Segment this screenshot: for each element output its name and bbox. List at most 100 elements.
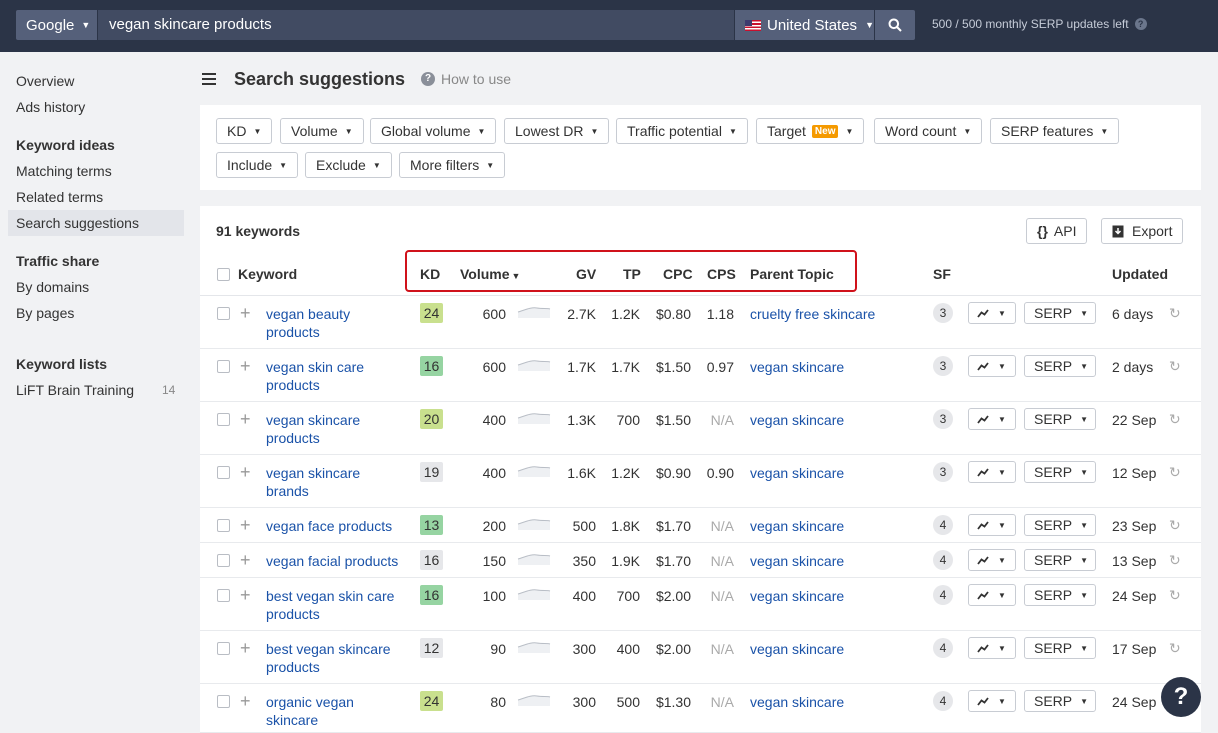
parent-topic-link[interactable]: vegan skincare: [750, 465, 844, 481]
row-checkbox[interactable]: [217, 554, 230, 567]
trend-chart-button[interactable]: ▼: [968, 408, 1016, 430]
filter-traffic-potential[interactable]: Traffic potential ▼: [616, 118, 748, 144]
add-to-list-icon[interactable]: +: [240, 692, 251, 710]
serp-button[interactable]: SERP ▼: [1024, 549, 1096, 571]
filter-more-filters[interactable]: More filters ▼: [399, 152, 506, 178]
refresh-icon[interactable]: ↻: [1169, 552, 1181, 569]
api-button[interactable]: {} API: [1026, 218, 1088, 244]
add-to-list-icon[interactable]: +: [240, 516, 251, 534]
sidebar-item-by-domains[interactable]: By domains: [16, 279, 89, 295]
trend-chart-button[interactable]: ▼: [968, 637, 1016, 659]
serp-button[interactable]: SERP ▼: [1024, 690, 1096, 712]
menu-icon[interactable]: [202, 73, 216, 85]
keyword-link[interactable]: vegan beauty products: [266, 305, 406, 341]
refresh-icon[interactable]: ↻: [1169, 411, 1181, 428]
column-header-updated[interactable]: Updated: [1112, 266, 1168, 282]
refresh-icon[interactable]: ↻: [1169, 305, 1181, 322]
help-icon[interactable]: ?: [1134, 18, 1147, 30]
add-to-list-icon[interactable]: +: [240, 463, 251, 481]
row-checkbox[interactable]: [217, 589, 230, 602]
sidebar-item-ads-history[interactable]: Ads history: [16, 99, 85, 115]
trend-chart-button[interactable]: ▼: [968, 355, 1016, 377]
trend-chart-button[interactable]: ▼: [968, 549, 1016, 571]
add-to-list-icon[interactable]: +: [240, 639, 251, 657]
volume-trend-sparkline[interactable]: [517, 690, 551, 706]
trend-chart-button[interactable]: ▼: [968, 690, 1016, 712]
row-checkbox[interactable]: [217, 519, 230, 532]
keyword-link[interactable]: vegan facial products: [266, 552, 406, 570]
serp-features-count[interactable]: 4: [933, 550, 953, 570]
serp-features-count[interactable]: 4: [933, 691, 953, 711]
serp-features-count[interactable]: 3: [933, 356, 953, 376]
add-to-list-icon[interactable]: +: [240, 410, 251, 428]
filter-exclude[interactable]: Exclude ▼: [305, 152, 392, 178]
parent-topic-link[interactable]: cruelty free skincare: [750, 306, 875, 322]
serp-button[interactable]: SERP ▼: [1024, 514, 1096, 536]
add-to-list-icon[interactable]: +: [240, 586, 251, 604]
keyword-link[interactable]: vegan skincare brands: [266, 464, 406, 500]
parent-topic-link[interactable]: vegan skincare: [750, 553, 844, 569]
column-header-keyword[interactable]: Keyword: [238, 266, 297, 282]
serp-button[interactable]: SERP ▼: [1024, 637, 1096, 659]
serp-button[interactable]: SERP ▼: [1024, 355, 1096, 377]
parent-topic-link[interactable]: vegan skincare: [750, 359, 844, 375]
sidebar-item-matching-terms[interactable]: Matching terms: [16, 163, 112, 179]
filter-lowest-dr[interactable]: Lowest DR ▼: [504, 118, 610, 144]
trend-chart-button[interactable]: ▼: [968, 584, 1016, 606]
search-button[interactable]: [875, 10, 915, 40]
refresh-icon[interactable]: ↻: [1169, 517, 1181, 534]
serp-features-count[interactable]: 3: [933, 462, 953, 482]
serp-button[interactable]: SERP ▼: [1024, 584, 1096, 606]
trend-chart-button[interactable]: ▼: [968, 302, 1016, 324]
trend-chart-button[interactable]: ▼: [968, 461, 1016, 483]
keyword-link[interactable]: best vegan skin care products: [266, 587, 406, 623]
refresh-icon[interactable]: ↻: [1169, 464, 1181, 481]
serp-features-count[interactable]: 3: [933, 409, 953, 429]
parent-topic-link[interactable]: vegan skincare: [750, 412, 844, 428]
volume-trend-sparkline[interactable]: [517, 408, 551, 424]
row-checkbox[interactable]: [217, 695, 230, 708]
filter-target[interactable]: Target New ▼: [756, 118, 865, 144]
how-to-use-link[interactable]: ? How to use: [421, 71, 511, 87]
filter-global-volume[interactable]: Global volume ▼: [370, 118, 497, 144]
volume-trend-sparkline[interactable]: [517, 461, 551, 477]
row-checkbox[interactable]: [217, 360, 230, 373]
refresh-icon[interactable]: ↻: [1169, 640, 1181, 657]
filter-kd[interactable]: KD ▼: [216, 118, 273, 144]
keyword-link[interactable]: vegan face products: [266, 517, 406, 535]
sidebar-item-by-pages[interactable]: By pages: [16, 305, 74, 321]
row-checkbox[interactable]: [217, 466, 230, 479]
serp-features-count[interactable]: 4: [933, 585, 953, 605]
row-checkbox[interactable]: [217, 413, 230, 426]
add-to-list-icon[interactable]: +: [240, 304, 251, 322]
sidebar-item-keyword-list[interactable]: LiFT Brain Training: [16, 382, 134, 398]
filter-include[interactable]: Include ▼: [216, 152, 299, 178]
filter-serp-features[interactable]: SERP features ▼: [990, 118, 1120, 144]
row-checkbox[interactable]: [217, 307, 230, 320]
parent-topic-link[interactable]: vegan skincare: [750, 588, 844, 604]
volume-trend-sparkline[interactable]: [517, 637, 551, 653]
volume-trend-sparkline[interactable]: [517, 302, 551, 318]
serp-button[interactable]: SERP ▼: [1024, 302, 1096, 324]
select-all-checkbox[interactable]: [217, 268, 230, 281]
help-chat-button[interactable]: ?: [1161, 677, 1201, 717]
filter-word-count[interactable]: Word count ▼: [874, 118, 983, 144]
keyword-search-input[interactable]: vegan skincare products: [98, 10, 734, 40]
refresh-icon[interactable]: ↻: [1169, 587, 1181, 604]
volume-trend-sparkline[interactable]: [517, 355, 551, 371]
column-header-sf[interactable]: SF: [933, 266, 951, 282]
parent-topic-link[interactable]: vegan skincare: [750, 694, 844, 710]
volume-trend-sparkline[interactable]: [517, 514, 551, 530]
keyword-link[interactable]: vegan skin care products: [266, 358, 406, 394]
filter-volume[interactable]: Volume ▼: [280, 118, 364, 144]
sidebar-item-related-terms[interactable]: Related terms: [16, 189, 103, 205]
serp-button[interactable]: SERP ▼: [1024, 461, 1096, 483]
sidebar-item-search-suggestions[interactable]: Search suggestions: [16, 215, 139, 231]
refresh-icon[interactable]: ↻: [1169, 358, 1181, 375]
keyword-link[interactable]: best vegan skincare products: [266, 640, 406, 676]
serp-button[interactable]: SERP ▼: [1024, 408, 1096, 430]
search-engine-select[interactable]: Google ▼: [16, 10, 97, 40]
serp-features-count[interactable]: 4: [933, 638, 953, 658]
parent-topic-link[interactable]: vegan skincare: [750, 641, 844, 657]
row-checkbox[interactable]: [217, 642, 230, 655]
